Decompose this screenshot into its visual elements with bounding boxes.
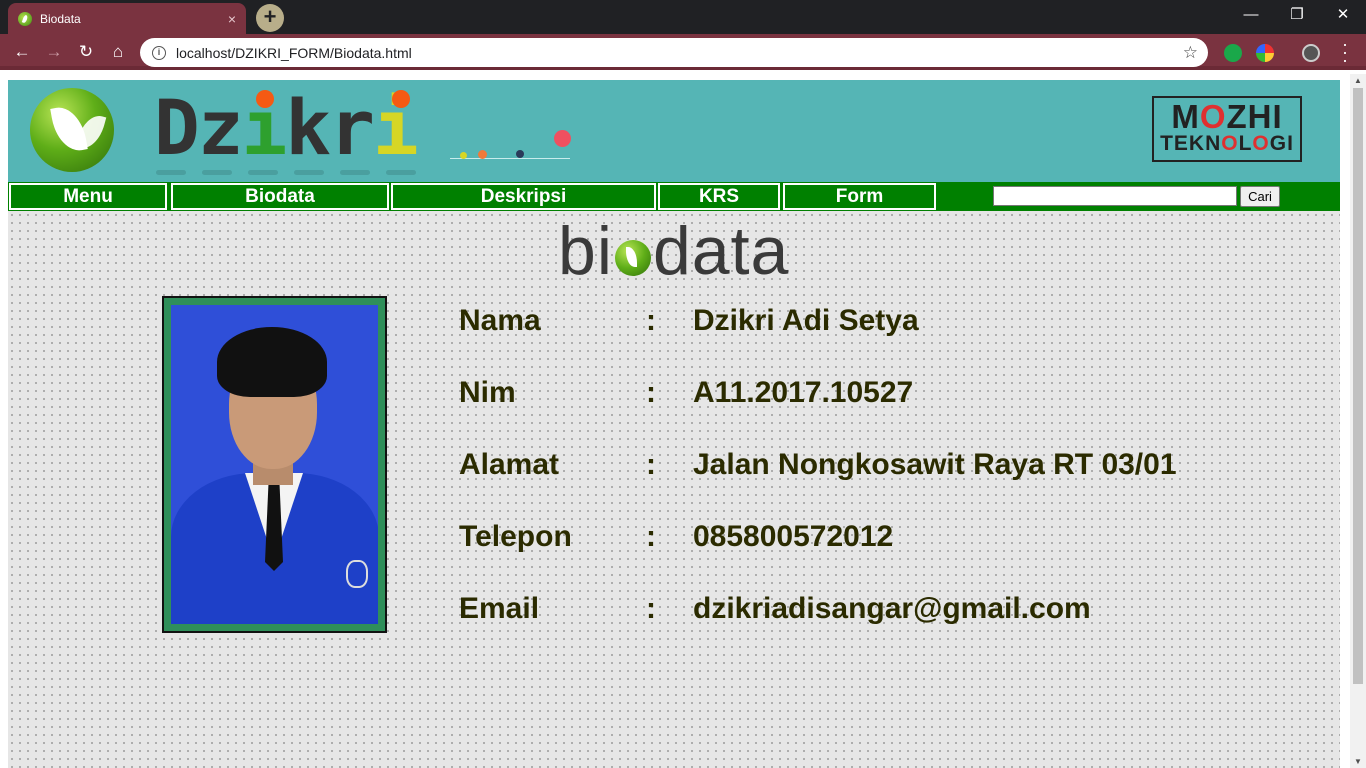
brand-shadow <box>294 170 324 175</box>
leaf-o-icon <box>614 240 651 276</box>
sponsor-line-2: TEKNOLOGI <box>1154 133 1300 154</box>
decorative-dot <box>554 130 571 147</box>
field-separator: : <box>646 520 656 553</box>
brand-dot-icon <box>256 90 274 108</box>
more-options-icon[interactable]: · · · <box>1338 35 1352 69</box>
profile-photo <box>171 305 378 624</box>
decorative-dot <box>460 152 467 159</box>
brand-letter: r <box>329 83 375 172</box>
home-icon[interactable]: ⌂ <box>104 38 132 66</box>
field-value: A11.2017.10527 <box>693 376 914 409</box>
browser-tab[interactable]: Biodata × <box>8 3 246 34</box>
sponsor-logo: MOZHI TEKNOLOGI <box>1152 96 1302 162</box>
minimize-button[interactable]: — <box>1228 0 1274 30</box>
scroll-up-icon[interactable]: ▲ <box>1354 76 1362 85</box>
field-label: Email <box>459 592 540 625</box>
brand-shadow <box>248 170 278 175</box>
sponsor-text: O <box>1252 132 1270 155</box>
sponsor-line-1: MOZHI <box>1154 100 1300 133</box>
back-arrow-icon[interactable]: ← <box>8 38 36 66</box>
close-window-button[interactable]: ✕ <box>1320 0 1366 30</box>
nav-item-deskripsi[interactable]: Deskripsi <box>391 183 656 210</box>
sponsor-text: TEKN <box>1160 132 1222 155</box>
search-button[interactable]: Cari <box>1240 186 1280 207</box>
tab-close-icon[interactable]: × <box>228 11 236 27</box>
biodata-content: bi data Nama : Dzikri Adi Setya Nim : A11… <box>8 211 1340 768</box>
reload-icon[interactable]: ↻ <box>72 38 100 66</box>
color-extension-icon[interactable] <box>1256 44 1274 62</box>
tab-title: Biodata <box>40 11 81 26</box>
field-label: Alamat <box>459 448 560 481</box>
field-separator: : <box>646 448 656 481</box>
photo-badge <box>346 560 368 588</box>
address-bar[interactable]: i localhost/DZIKRI_FORM/Biodata.html ☆ <box>140 38 1208 67</box>
leaf-favicon-icon <box>18 11 32 26</box>
scroll-down-icon[interactable]: ▼ <box>1354 757 1362 766</box>
restore-button[interactable]: ❐ <box>1274 0 1320 30</box>
field-value: dzikriadisangar@gmail.com <box>693 592 1091 625</box>
browser-tab-strip: Biodata × + — ❐ ✕ <box>0 0 1366 34</box>
field-value: Dzikri Adi Setya <box>693 304 919 337</box>
browser-toolbar: ← → ↻ ⌂ i localhost/DZIKRI_FORM/Biodata.… <box>0 34 1366 70</box>
decorative-line <box>450 158 570 159</box>
nav-item-form[interactable]: Form <box>783 183 936 210</box>
grammarly-extension-icon[interactable] <box>1224 44 1242 62</box>
brand-letter: z <box>197 83 244 172</box>
field-separator: : <box>646 304 656 337</box>
page-viewport: Dzikri MOZHI TEKNOLOGI Menu Biodata Desk… <box>0 74 1366 768</box>
profile-avatar[interactable] <box>1302 44 1320 62</box>
field-label: Telepon <box>459 520 572 553</box>
sponsor-text: ZHI <box>1226 98 1283 135</box>
sponsor-text: L <box>1238 132 1253 155</box>
bookmark-star-icon[interactable]: ☆ <box>1183 43 1198 63</box>
url-text[interactable]: localhost/DZIKRI_FORM/Biodata.html <box>176 45 1183 61</box>
field-label: Nim <box>459 376 516 409</box>
leaf-logo-icon <box>30 88 114 172</box>
profile-photo-frame <box>162 296 387 633</box>
nav-item-krs[interactable]: KRS <box>658 183 780 210</box>
photo-hair <box>217 327 327 397</box>
sponsor-text: GI <box>1269 132 1294 155</box>
sponsor-text: M <box>1171 98 1200 135</box>
site-header: Dzikri MOZHI TEKNOLOGI <box>8 80 1340 182</box>
brand-shadow <box>156 170 186 175</box>
sponsor-text: O <box>1221 132 1239 155</box>
decorative-dot <box>516 150 524 158</box>
main-navbar: Menu Biodata Deskripsi KRS Form Cari <box>8 182 1340 211</box>
decorative-dot <box>478 150 487 159</box>
brand-shadow <box>340 170 370 175</box>
new-tab-button[interactable]: + <box>256 4 284 32</box>
nav-item-biodata[interactable]: Biodata <box>171 183 389 210</box>
sponsor-text: O <box>1199 98 1227 135</box>
brand-logo: Dzikri <box>154 83 419 172</box>
scrollbar-thumb[interactable] <box>1353 88 1363 684</box>
search-input[interactable] <box>993 186 1237 206</box>
page-title: bi data <box>558 211 789 291</box>
field-value: 085800572012 <box>693 520 894 553</box>
title-text: bi <box>558 213 613 289</box>
brand-letter: k <box>285 83 331 172</box>
vertical-scrollbar[interactable]: ▲ ▼ <box>1350 74 1366 768</box>
brand-shadow <box>386 170 416 175</box>
forward-arrow-icon[interactable]: → <box>40 38 68 66</box>
nav-item-menu[interactable]: Menu <box>9 183 167 210</box>
field-separator: : <box>646 592 656 625</box>
brand-letter: D <box>154 83 200 172</box>
field-separator: : <box>646 376 656 409</box>
brand-dot-icon <box>392 90 410 108</box>
info-icon[interactable]: i <box>152 45 166 60</box>
title-text: data <box>652 213 790 289</box>
field-label: Nama <box>459 304 541 337</box>
brand-shadow <box>202 170 232 175</box>
field-value: Jalan Nongkosawit Raya RT 03/01 <box>693 448 1177 481</box>
